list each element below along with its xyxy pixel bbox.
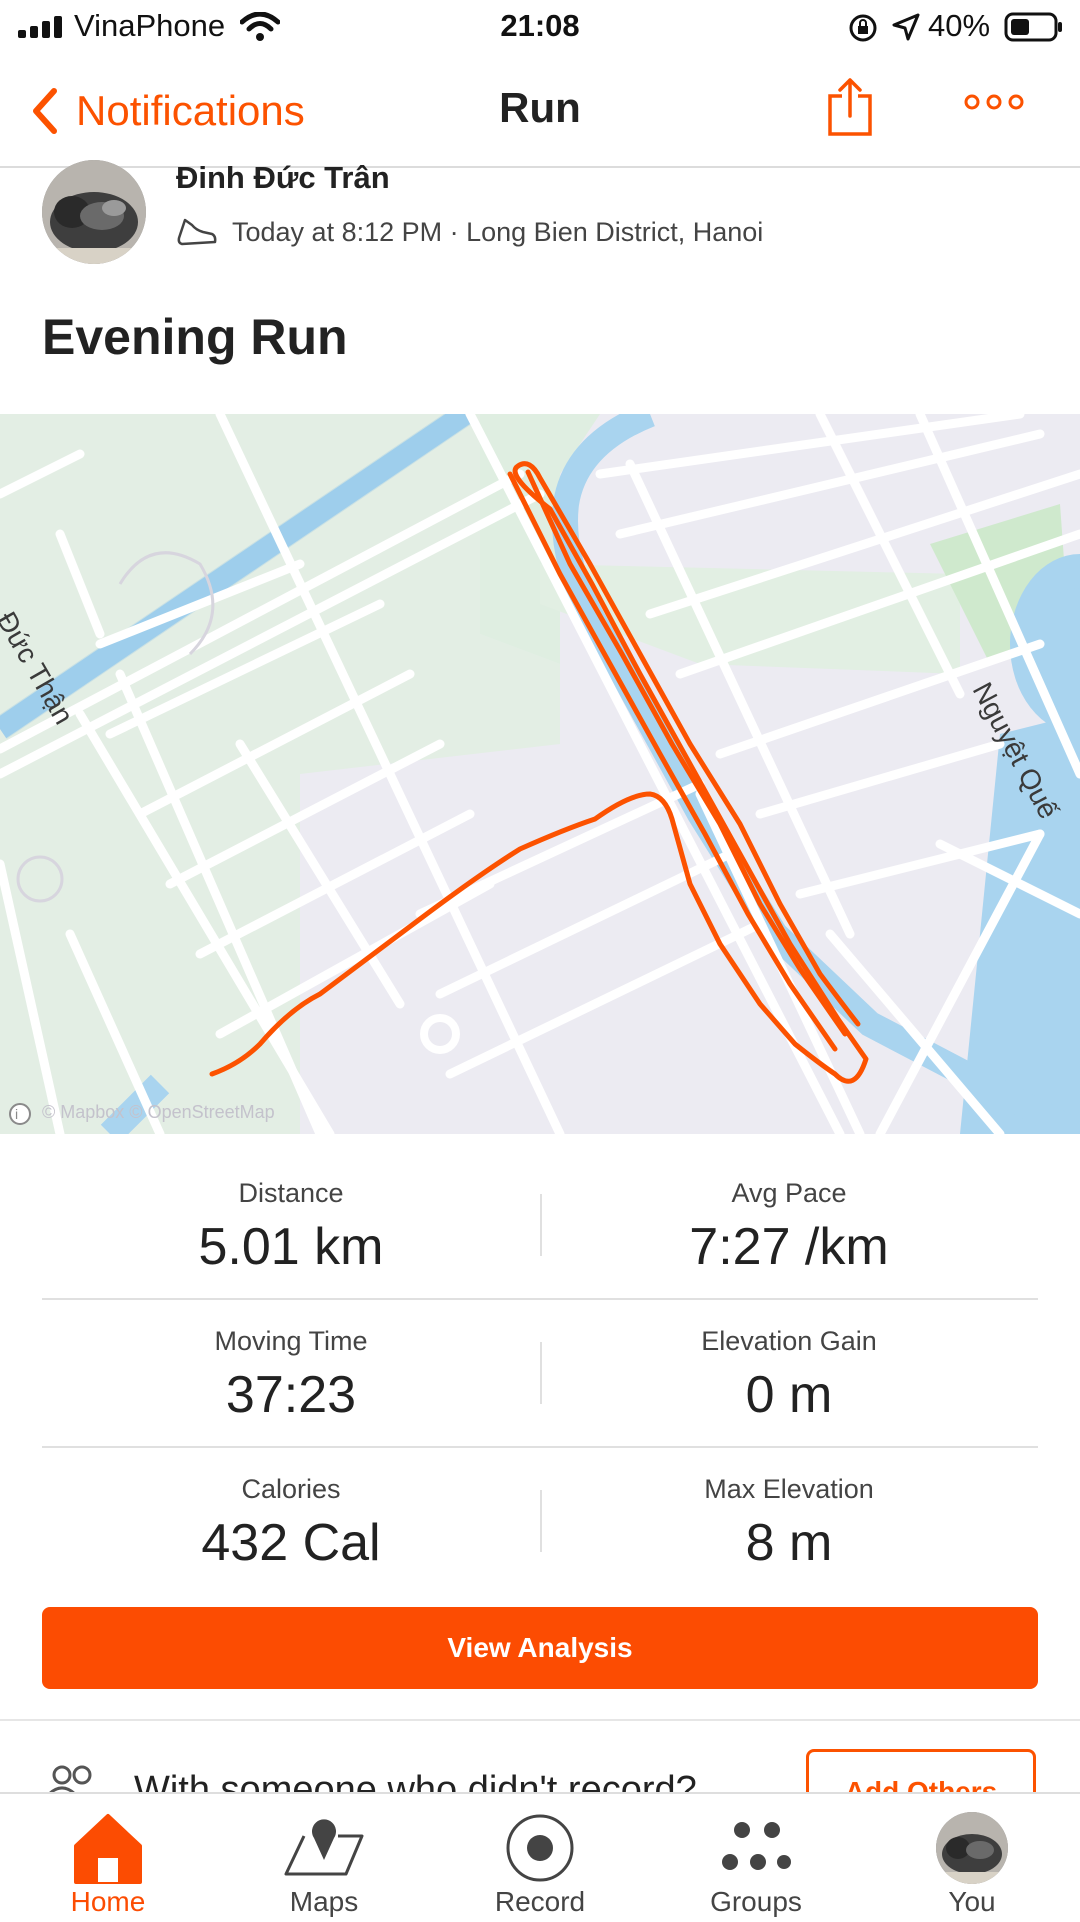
activity-title: Evening Run <box>42 309 348 365</box>
svg-text:i: i <box>15 1106 18 1122</box>
shoe-icon <box>177 218 217 246</box>
groups-icon <box>722 1822 791 1870</box>
tab-maps[interactable]: Maps <box>216 1794 432 1922</box>
share-icon <box>828 78 872 136</box>
more-icon <box>964 94 1024 110</box>
home-icon <box>74 1814 142 1884</box>
tab-groups[interactable]: Groups <box>648 1794 864 1922</box>
stat-value: 432 Cal <box>201 1514 381 1572</box>
map-attribution[interactable]: © Mapbox © OpenStreetMap <box>42 1102 275 1123</box>
athlete-avatar[interactable] <box>42 160 146 264</box>
status-bar: VinaPhone 21:08 40% <box>0 0 1080 56</box>
maps-icon <box>284 1819 364 1876</box>
page-title: Run <box>499 84 581 131</box>
stat-label: Calories <box>241 1474 341 1504</box>
avatar-image <box>42 160 146 264</box>
map-canvas: Đức Thận Nguyệt Quế <box>0 414 1080 1134</box>
location-icon <box>892 13 920 41</box>
stat-value: 0 m <box>745 1366 833 1424</box>
add-others-button[interactable]: Add Others <box>806 1749 1036 1793</box>
stat-value: 5.01 km <box>198 1218 384 1276</box>
tab-label: Record <box>494 1886 586 1917</box>
battery-percent: 40% <box>928 8 991 43</box>
people-icon <box>48 1765 92 1793</box>
stats-row: Distance 5.01 km Avg Pace 7:27 /km <box>42 1150 1038 1300</box>
tab-label: You <box>948 1886 996 1917</box>
view-analysis-button[interactable]: View Analysis <box>42 1607 1038 1689</box>
stat-avg-pace: Avg Pace 7:27 /km <box>540 1150 1038 1298</box>
route-map[interactable]: Đức Thận Nguyệt Quế <box>0 414 1080 1134</box>
tab-bar: Home Maps Record Groups You <box>0 1792 1080 1922</box>
more-button[interactable] <box>964 92 1024 117</box>
stat-value: 37:23 <box>225 1366 357 1424</box>
stat-label: Avg Pace <box>731 1178 847 1208</box>
tab-label: Maps <box>289 1886 359 1917</box>
stat-moving-time: Moving Time 37:23 <box>42 1298 540 1446</box>
stat-label: Distance <box>238 1178 344 1208</box>
orientation-lock-icon <box>849 14 877 42</box>
share-button[interactable] <box>826 76 874 143</box>
add-others-prompt: With someone who didn't record? <box>134 1769 697 1793</box>
stat-label: Moving Time <box>214 1326 368 1356</box>
navigation-bar: Notifications Run <box>0 56 1080 168</box>
stat-calories: Calories 432 Cal <box>42 1446 540 1594</box>
battery-icon <box>1004 12 1062 42</box>
stats-row: Calories 432 Cal Max Elevation 8 m <box>42 1446 1038 1594</box>
avatar <box>936 1812 1008 1884</box>
map-info-icon[interactable]: i <box>8 1102 32 1126</box>
tab-you[interactable]: You <box>864 1794 1080 1922</box>
stat-value: 8 m <box>745 1514 833 1572</box>
tab-label: Groups <box>710 1886 802 1917</box>
activity-meta: Today at 8:12 PM · Long Bien District, H… <box>176 212 763 252</box>
stat-label: Max Elevation <box>704 1474 874 1504</box>
stat-label: Elevation Gain <box>701 1326 877 1356</box>
stat-max-elevation: Max Elevation 8 m <box>540 1446 1038 1594</box>
tab-label: Home <box>70 1886 146 1917</box>
stat-distance: Distance 5.01 km <box>42 1150 540 1298</box>
activity-meta-text: Today at 8:12 PM · Long Bien District, H… <box>232 216 764 247</box>
add-others-row: With someone who didn't record? Add Othe… <box>0 1721 1080 1793</box>
stat-value: 7:27 /km <box>689 1218 889 1276</box>
tab-record[interactable]: Record <box>432 1794 648 1922</box>
stats-row: Moving Time 37:23 Elevation Gain 0 m <box>42 1298 1038 1448</box>
athlete-name[interactable]: Đinh Đức Trân <box>176 160 390 196</box>
stat-elevation-gain: Elevation Gain 0 m <box>540 1298 1038 1446</box>
record-icon <box>506 1814 574 1882</box>
tab-home[interactable]: Home <box>0 1794 216 1922</box>
